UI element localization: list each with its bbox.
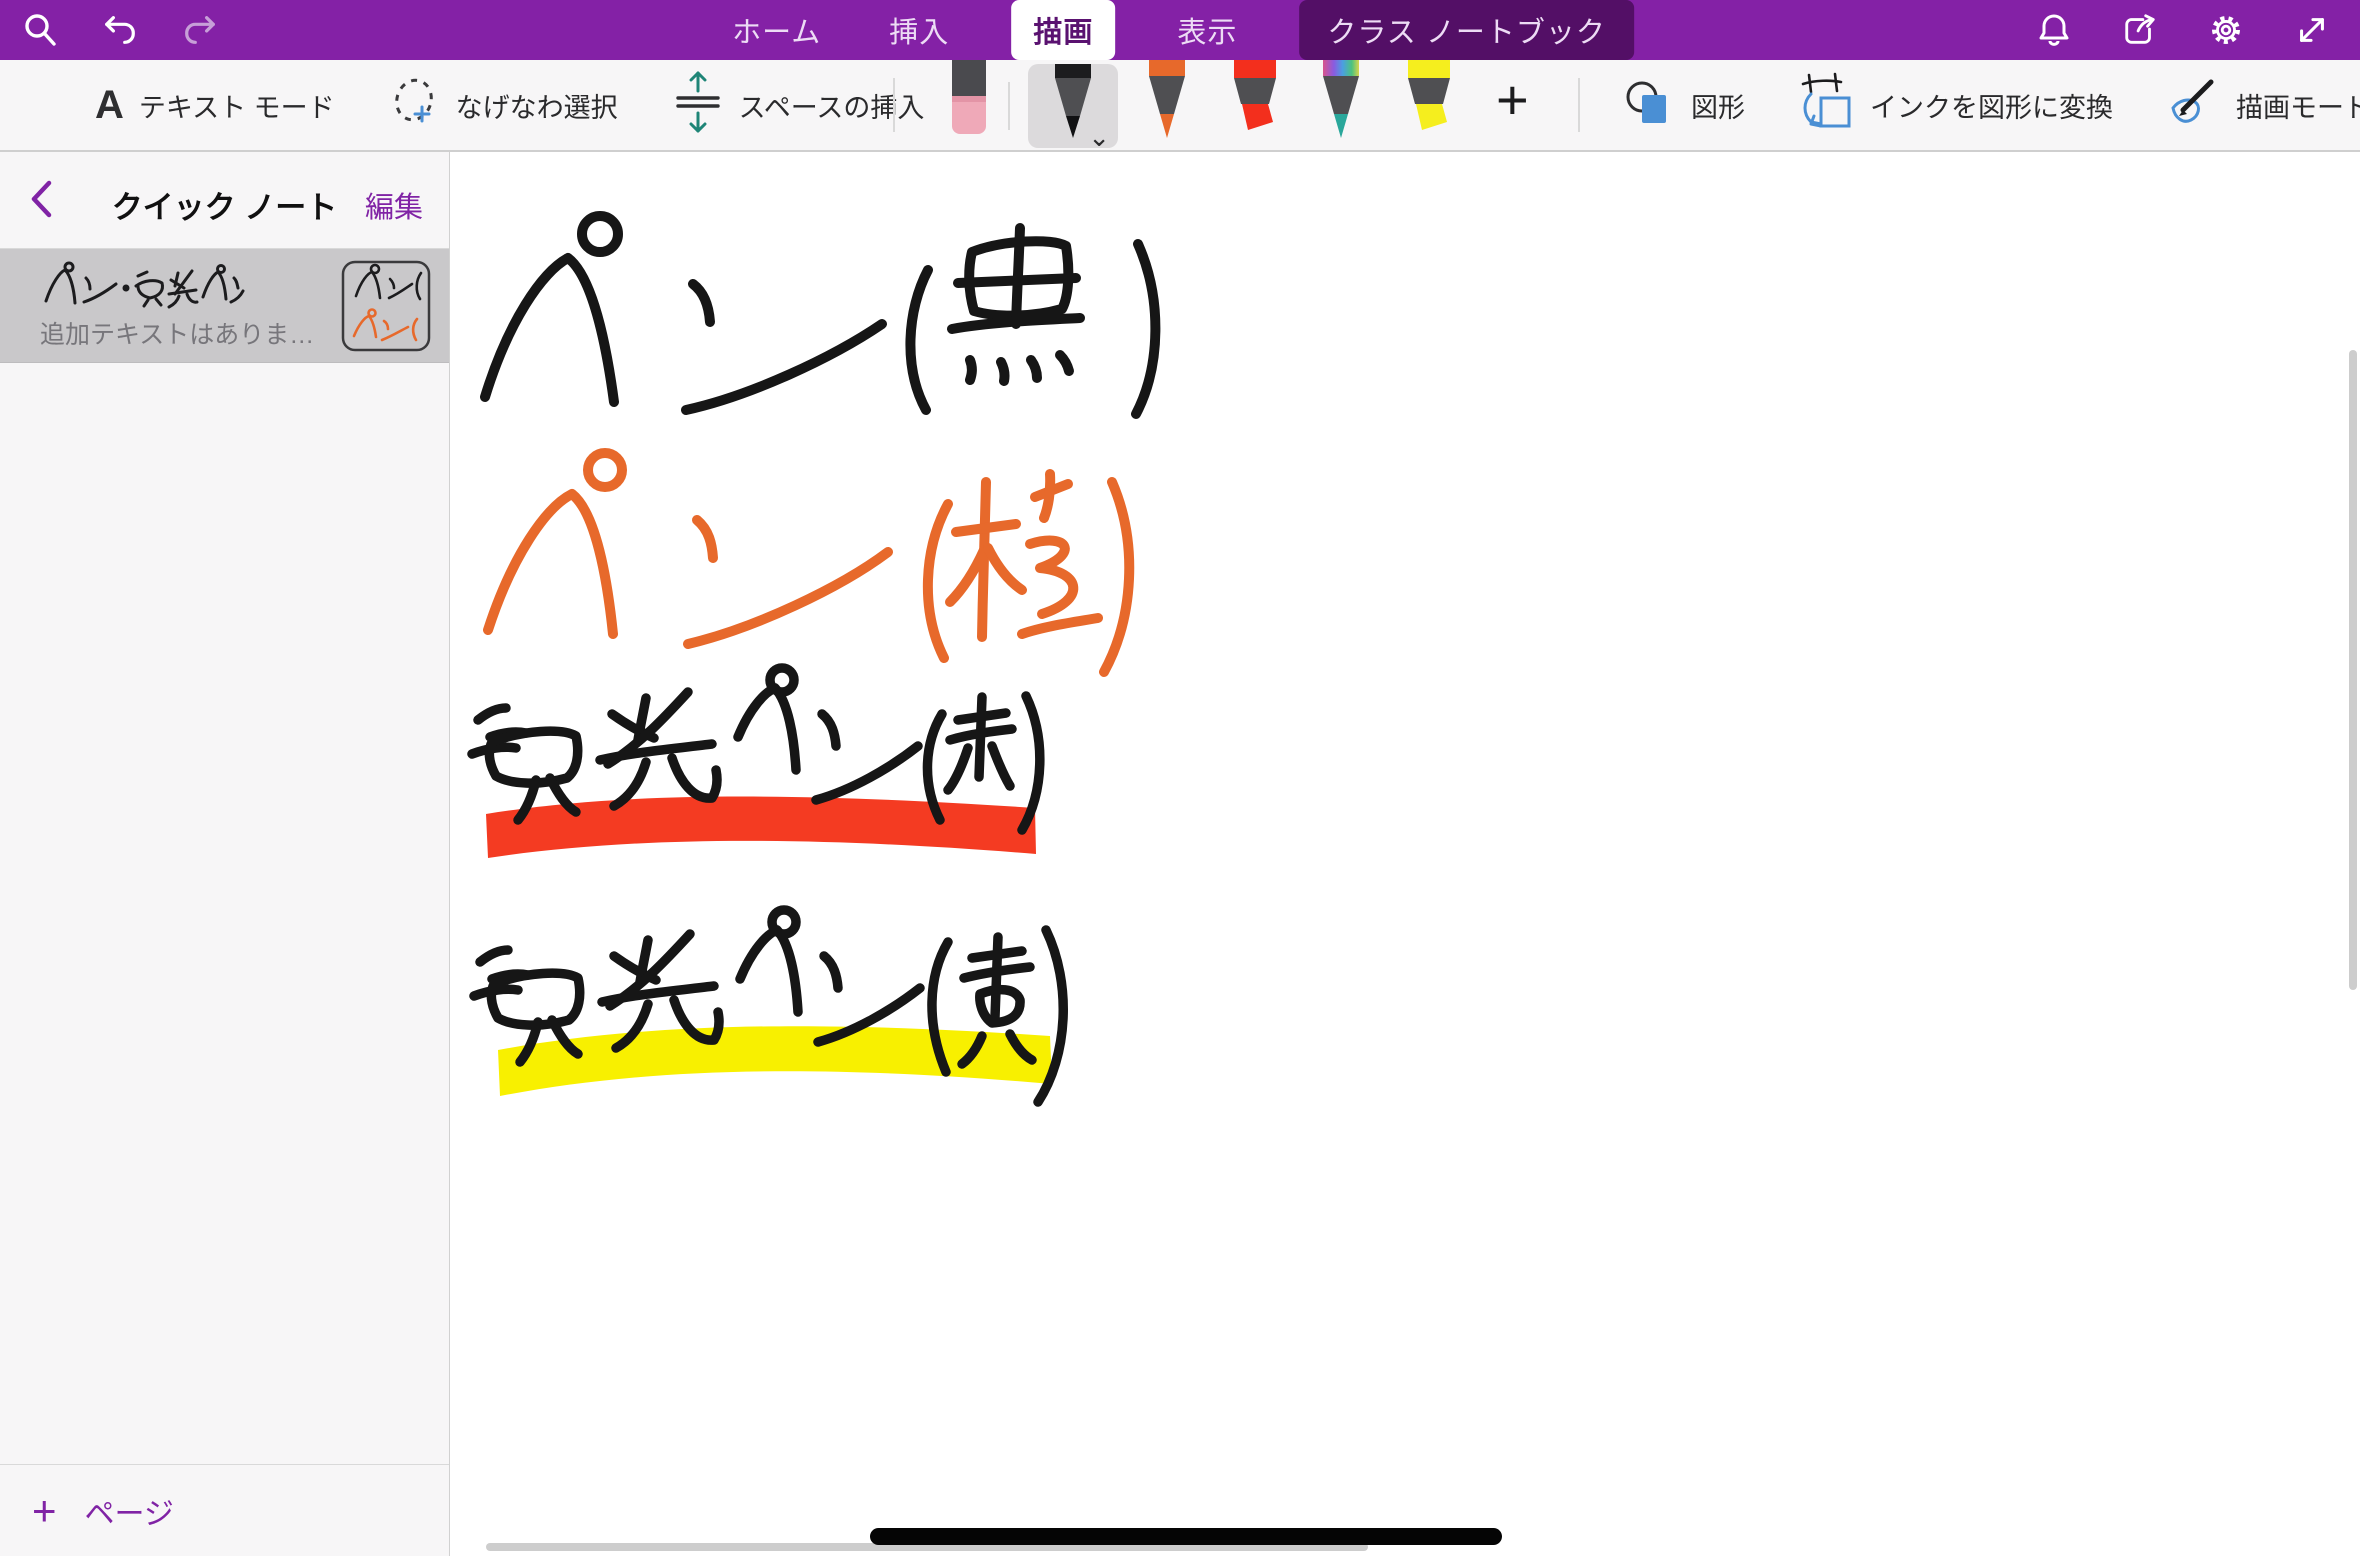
tab-insert[interactable]: 挿入 xyxy=(883,0,955,61)
ink-to-shape-label: インクを図形に変換 xyxy=(1870,86,2113,125)
highlighter-red[interactable] xyxy=(1226,60,1284,143)
page-list-item[interactable]: ペン・蛍光ペン 追 xyxy=(0,249,449,363)
settings-icon[interactable] xyxy=(2208,12,2244,48)
note-title-text: ペン・蛍光ペン xyxy=(0,249,1,250)
chevron-down-icon: ⌄ xyxy=(1088,124,1110,150)
shape-tools-group: 図形 インクを図形に変換 描画モード xyxy=(1622,60,2360,150)
toolbar-divider xyxy=(1008,82,1010,130)
tab-home[interactable]: ホーム xyxy=(726,0,827,61)
ink-to-shape-button[interactable]: インクを図形に変換 xyxy=(1797,72,2113,139)
vertical-scrollbar[interactable] xyxy=(2349,350,2357,990)
ballpoint-pen-orange[interactable] xyxy=(1140,60,1194,145)
ink-line-pen-black xyxy=(485,216,1155,414)
topbar-left-icons xyxy=(22,0,218,60)
ink-line-pen-orange xyxy=(488,453,1129,672)
expand-icon[interactable] xyxy=(2294,12,2330,48)
highlighter-yellow[interactable] xyxy=(1400,60,1458,143)
ribbon-tabs: ホーム 挿入 描画 表示 クラス ノートブック xyxy=(726,0,1634,60)
tab-view[interactable]: 表示 xyxy=(1171,0,1243,61)
draw-mode-icon xyxy=(2165,74,2221,137)
add-pen-button[interactable]: + xyxy=(1496,72,1529,128)
draw-mode-button[interactable]: 描画モード xyxy=(2165,74,2360,137)
text-mode-icon: A xyxy=(95,83,124,128)
top-app-bar: ホーム 挿入 描画 表示 クラス ノートブック xyxy=(0,0,2360,60)
main-area: クイック ノート 編集 ペン・蛍光ペン xyxy=(0,152,2360,1556)
edit-button[interactable]: 編集 xyxy=(365,184,423,226)
selected-pen-tile[interactable]: ⌄ xyxy=(1028,64,1118,148)
shapes-label: 図形 xyxy=(1691,86,1745,125)
insert-space-button[interactable]: スペースの挿入 xyxy=(672,71,925,140)
topbar-right-icons xyxy=(2036,0,2330,60)
onenote-app: ホーム 挿入 描画 表示 クラス ノートブック A テキス xyxy=(0,0,2360,1558)
lasso-icon xyxy=(389,74,441,137)
note-snippet: 追加テキストはありま… xyxy=(40,315,314,351)
eraser-tool[interactable] xyxy=(946,60,992,145)
insert-space-icon xyxy=(672,71,724,140)
text-mode-label: テキスト モード xyxy=(139,86,335,125)
notifications-icon[interactable] xyxy=(2036,12,2072,48)
page-list-sidebar: クイック ノート 編集 ペン・蛍光ペン xyxy=(0,152,450,1556)
shapes-button[interactable]: 図形 xyxy=(1622,75,1745,136)
shapes-icon xyxy=(1622,75,1676,136)
share-icon[interactable] xyxy=(2122,12,2158,48)
redo-icon[interactable] xyxy=(182,12,218,48)
lasso-select-button[interactable]: なげなわ選択 xyxy=(389,74,618,137)
add-page-button[interactable]: + ページ xyxy=(32,1489,174,1533)
ink-strokes xyxy=(450,152,2360,1558)
note-thumbnail xyxy=(341,260,431,352)
search-icon[interactable] xyxy=(22,12,58,48)
toolbar-divider xyxy=(1578,78,1580,132)
galaxy-pen-teal[interactable] xyxy=(1314,60,1368,145)
note-ink-title xyxy=(38,261,253,309)
draw-mode-label: 描画モード xyxy=(2236,86,2360,125)
undo-icon[interactable] xyxy=(102,12,138,48)
note-canvas[interactable]: ペン(黒) ペン(橙) 蛍光ペン(赤) 蛍光ペン(黄) xyxy=(450,152,2360,1556)
add-page-label: ページ xyxy=(85,1489,174,1533)
plus-icon: + xyxy=(32,1490,57,1532)
home-indicator[interactable] xyxy=(870,1528,1502,1545)
ink-to-shape-icon xyxy=(1797,72,1855,139)
sidebar-header: クイック ノート 編集 xyxy=(0,152,449,249)
tab-class-notebook[interactable]: クラス ノートブック xyxy=(1299,0,1633,60)
mode-tools-group: A テキスト モード なげなわ選択 スペースの挿入 xyxy=(95,60,924,150)
toolbar-divider xyxy=(893,78,895,132)
lasso-label: なげなわ選択 xyxy=(456,86,618,125)
insert-space-label: スペースの挿入 xyxy=(739,86,925,125)
tab-draw[interactable]: 描画 xyxy=(1011,0,1115,60)
sidebar-footer: + ページ xyxy=(0,1464,449,1556)
draw-toolbar: A テキスト モード なげなわ選択 スペースの挿入 xyxy=(0,60,2360,152)
text-mode-button[interactable]: A テキスト モード xyxy=(95,83,335,128)
